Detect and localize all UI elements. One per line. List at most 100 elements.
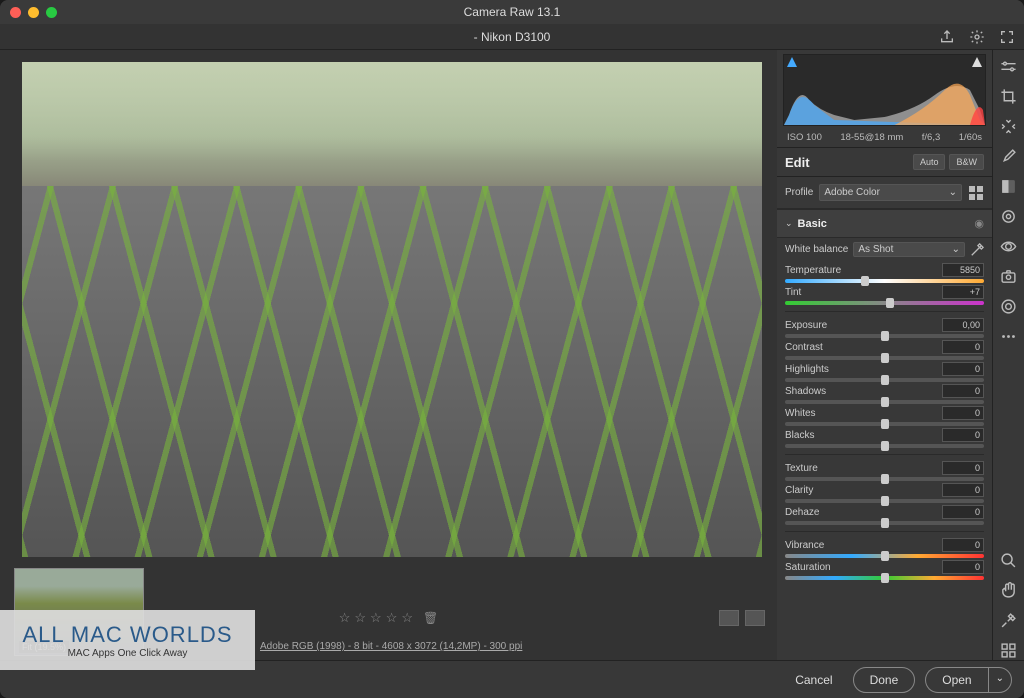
highlight-clip-icon[interactable] xyxy=(972,57,982,67)
star-icon[interactable]: ☆ xyxy=(339,610,351,626)
visibility-icon[interactable]: ◉ xyxy=(974,217,984,230)
window-title: Camera Raw 13.1 xyxy=(464,5,561,19)
temperature-label: Temperature xyxy=(785,265,841,276)
sampler-tool-icon[interactable] xyxy=(999,610,1019,630)
edit-tool-icon[interactable] xyxy=(999,56,1019,76)
done-button[interactable]: Done xyxy=(853,667,916,693)
texture-slider[interactable] xyxy=(785,477,984,481)
whites-label: Whites xyxy=(785,408,816,419)
shadows-label: Shadows xyxy=(785,386,826,397)
open-menu-chevron-icon[interactable]: ⌄ xyxy=(988,667,1012,693)
saturation-label: Saturation xyxy=(785,562,831,573)
zoom-tool-icon[interactable] xyxy=(999,550,1019,570)
traffic-lights xyxy=(10,7,57,18)
dehaze-slider[interactable] xyxy=(785,521,984,525)
image-info[interactable]: Adobe RGB (1998) - 8 bit - 4608 x 3072 (… xyxy=(260,641,522,652)
clarity-value[interactable] xyxy=(942,483,984,497)
basic-section-header[interactable]: ⌄ Basic ◉ xyxy=(777,209,992,238)
shadow-clip-icon[interactable] xyxy=(787,57,797,67)
vibrance-label: Vibrance xyxy=(785,540,824,551)
shadows-slider[interactable] xyxy=(785,400,984,404)
temperature-slider[interactable] xyxy=(785,279,984,283)
view-single-icon[interactable] xyxy=(719,610,739,626)
brush-tool-icon[interactable] xyxy=(999,146,1019,166)
eyedropper-icon[interactable] xyxy=(970,243,984,257)
gradient-tool-icon[interactable] xyxy=(999,176,1019,196)
exif-iso: ISO 100 xyxy=(787,132,822,143)
exposure-label: Exposure xyxy=(785,320,827,331)
toolstrip xyxy=(992,50,1024,660)
edit-section-title: Edit xyxy=(785,155,810,170)
titlebar: Camera Raw 13.1 xyxy=(0,0,1024,24)
basic-title: Basic xyxy=(798,218,970,230)
trash-icon[interactable]: 🗑 xyxy=(423,611,438,625)
radial-tool-icon[interactable] xyxy=(999,206,1019,226)
watermark-title: ALL MAC WORLDS xyxy=(22,622,232,648)
whites-value[interactable] xyxy=(942,406,984,420)
auto-button[interactable]: Auto xyxy=(913,154,946,170)
wb-select[interactable]: As Shot ⌄ xyxy=(853,242,965,257)
star-icon[interactable]: ☆ xyxy=(401,610,413,626)
watermark-subtitle: MAC Apps One Click Away xyxy=(68,648,188,659)
texture-label: Texture xyxy=(785,463,818,474)
temperature-value[interactable] xyxy=(942,263,984,277)
heal-tool-icon[interactable] xyxy=(999,116,1019,136)
clarity-slider[interactable] xyxy=(785,499,984,503)
dehaze-label: Dehaze xyxy=(785,507,819,518)
histogram[interactable] xyxy=(783,54,986,126)
close-window-button[interactable] xyxy=(10,7,21,18)
redeye-tool-icon[interactable] xyxy=(999,236,1019,256)
highlights-label: Highlights xyxy=(785,364,829,375)
profile-label: Profile xyxy=(785,187,813,198)
exif-lens: 18-55@18 mm xyxy=(840,132,903,143)
hand-tool-icon[interactable] xyxy=(999,580,1019,600)
star-icon[interactable]: ☆ xyxy=(354,610,366,626)
main-image-preview[interactable] xyxy=(22,62,762,557)
maximize-window-button[interactable] xyxy=(46,7,57,18)
tint-slider[interactable] xyxy=(785,301,984,305)
highlights-value[interactable] xyxy=(942,362,984,376)
profile-browser-icon[interactable] xyxy=(968,185,984,201)
open-button[interactable]: Open xyxy=(925,667,987,693)
crop-tool-icon[interactable] xyxy=(999,86,1019,106)
snapshot-tool-icon[interactable] xyxy=(999,266,1019,286)
blacks-value[interactable] xyxy=(942,428,984,442)
highlights-slider[interactable] xyxy=(785,378,984,382)
star-icon[interactable]: ☆ xyxy=(370,610,382,626)
view-compare-icon[interactable] xyxy=(745,610,765,626)
minimize-window-button[interactable] xyxy=(28,7,39,18)
file-name: - Nikon D3100 xyxy=(474,30,551,44)
vibrance-slider[interactable] xyxy=(785,554,984,558)
blacks-label: Blacks xyxy=(785,430,814,441)
saturation-value[interactable] xyxy=(942,560,984,574)
cancel-button[interactable]: Cancel xyxy=(785,668,842,692)
fullscreen-icon[interactable] xyxy=(998,28,1016,46)
tint-label: Tint xyxy=(785,287,801,298)
app-window: Camera Raw 13.1 - Nikon D3100 Fit (19.5%… xyxy=(0,0,1024,698)
dehaze-value[interactable] xyxy=(942,505,984,519)
grid-view-icon[interactable] xyxy=(999,640,1019,660)
bw-button[interactable]: B&W xyxy=(949,154,984,170)
contrast-value[interactable] xyxy=(942,340,984,354)
whites-slider[interactable] xyxy=(785,422,984,426)
wb-label: White balance xyxy=(785,244,848,255)
vibrance-value[interactable] xyxy=(942,538,984,552)
shadows-value[interactable] xyxy=(942,384,984,398)
profile-select[interactable]: Adobe Color ⌄ xyxy=(819,184,962,201)
exposure-slider[interactable] xyxy=(785,334,984,338)
star-icon[interactable]: ☆ xyxy=(386,610,398,626)
exif-readout: ISO 100 18-55@18 mm f/6,3 1/60s xyxy=(777,128,992,147)
contrast-slider[interactable] xyxy=(785,356,984,360)
rating-bar: ☆ ☆ ☆ ☆ ☆ 🗑 xyxy=(339,610,439,626)
blacks-slider[interactable] xyxy=(785,444,984,448)
texture-value[interactable] xyxy=(942,461,984,475)
more-tool-icon[interactable] xyxy=(999,326,1019,346)
tint-value[interactable] xyxy=(942,285,984,299)
gear-icon[interactable] xyxy=(968,28,986,46)
watermark: ALL MAC WORLDS MAC Apps One Click Away xyxy=(0,610,255,670)
saturation-slider[interactable] xyxy=(785,576,984,580)
export-icon[interactable] xyxy=(938,28,956,46)
preset-tool-icon[interactable] xyxy=(999,296,1019,316)
exposure-value[interactable] xyxy=(942,318,984,332)
contrast-label: Contrast xyxy=(785,342,823,353)
